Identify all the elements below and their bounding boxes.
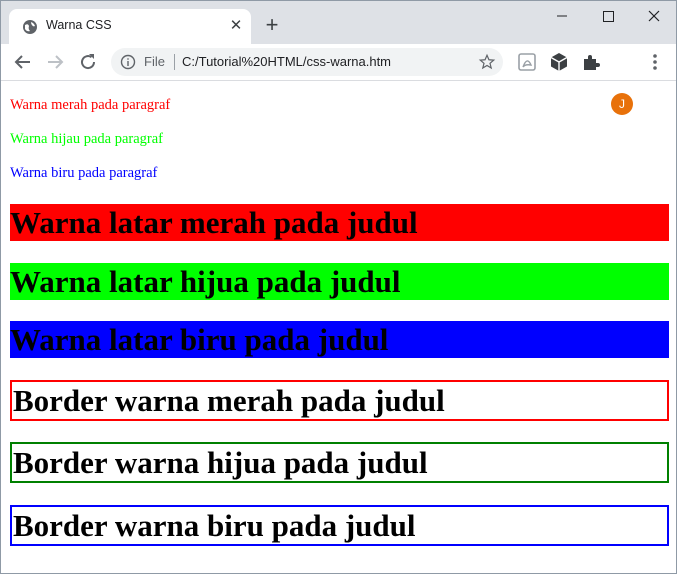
tab-active[interactable]: Warna CSS ✕ bbox=[9, 9, 251, 44]
kebab-menu-icon[interactable] bbox=[643, 50, 667, 74]
browser-toolbar: File C:/Tutorial%20HTML/css-warna.htm J bbox=[1, 44, 676, 115]
maximize-button[interactable] bbox=[585, 1, 631, 31]
globe-icon bbox=[23, 20, 37, 34]
heading-border-green: Border warna hijua pada judul bbox=[10, 442, 669, 483]
close-window-button[interactable] bbox=[631, 1, 676, 31]
close-icon bbox=[648, 10, 660, 22]
bookmark-star-icon[interactable] bbox=[478, 53, 496, 71]
puzzle-extensions-icon[interactable] bbox=[579, 50, 603, 74]
tab-title: Warna CSS bbox=[46, 18, 112, 32]
minimize-button[interactable] bbox=[539, 1, 585, 31]
cube-extension-icon[interactable] bbox=[547, 50, 571, 74]
back-arrow-icon[interactable] bbox=[11, 50, 35, 74]
address-bar[interactable]: File C:/Tutorial%20HTML/css-warna.htm bbox=[111, 48, 503, 76]
heading-border-red: Border warna merah pada judul bbox=[10, 380, 669, 421]
pdf-extension-icon[interactable] bbox=[515, 50, 539, 74]
heading-border-blue: Border warna biru pada judul bbox=[10, 505, 669, 546]
forward-arrow-icon[interactable] bbox=[43, 50, 67, 74]
maximize-icon bbox=[603, 11, 614, 22]
heading-bg-blue: Warna latar biru pada judul bbox=[10, 321, 669, 358]
tab-strip: Warna CSS ✕ + bbox=[1, 1, 676, 44]
tab-close-icon[interactable]: ✕ bbox=[227, 17, 245, 35]
minimize-icon bbox=[557, 15, 567, 17]
heading-bg-green: Warna latar hijua pada judul bbox=[10, 263, 669, 300]
paragraph-blue: Warna biru pada paragraf bbox=[10, 165, 158, 181]
paragraph-red: Warna merah pada paragraf bbox=[10, 97, 171, 113]
paragraph-green: Warna hijau pada paragraf bbox=[10, 131, 164, 147]
reload-icon[interactable] bbox=[76, 50, 100, 74]
browser-window: Warna CSS ✕ + File C:/Tutorial%20HTML/cs… bbox=[0, 0, 677, 574]
heading-bg-red: Warna latar merah pada judul bbox=[10, 204, 669, 241]
scheme-label: File bbox=[144, 54, 165, 69]
info-icon[interactable] bbox=[120, 54, 136, 70]
omnibox-divider bbox=[174, 54, 175, 70]
new-tab-button[interactable]: + bbox=[260, 14, 284, 38]
url-text[interactable]: C:/Tutorial%20HTML/css-warna.htm bbox=[182, 54, 391, 69]
page-content: Warna merah pada paragraf Warna hijau pa… bbox=[1, 81, 676, 573]
